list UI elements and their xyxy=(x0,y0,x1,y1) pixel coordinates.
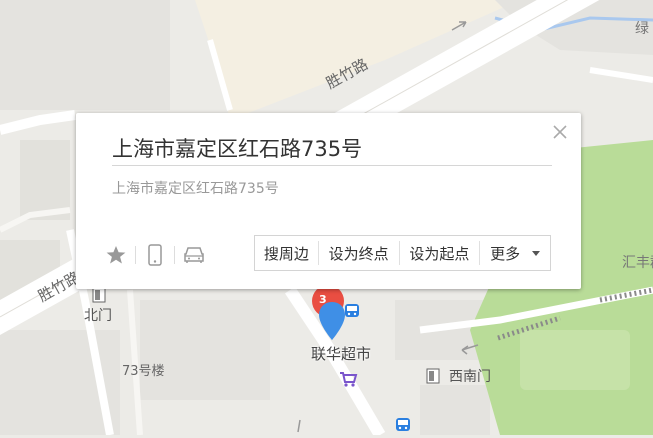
map-label-building-73: 73号楼 xyxy=(122,364,165,379)
more-button[interactable]: 更多 xyxy=(480,236,550,270)
door-icon-north xyxy=(92,287,106,307)
door-icon-southwest xyxy=(426,368,440,388)
search-nearby-button[interactable]: 搜周边 xyxy=(255,236,318,270)
phone-icon[interactable] xyxy=(142,242,168,268)
map-label-green: 绿 xyxy=(635,21,649,37)
chevron-down-icon xyxy=(532,250,541,256)
popup-actions: 搜周边 设为终点 设为起点 更多 xyxy=(254,235,551,271)
map-label-southwest-gate: 西南门 xyxy=(449,369,491,385)
set-destination-button[interactable]: 设为终点 xyxy=(319,236,399,270)
close-icon[interactable] xyxy=(551,123,569,141)
set-start-button[interactable]: 设为起点 xyxy=(400,236,480,270)
car-icon[interactable] xyxy=(181,242,207,268)
popup-icon-row xyxy=(103,240,207,270)
poi-name-lianhua[interactable]: 联华超市 xyxy=(311,343,371,364)
popup-divider xyxy=(112,165,552,166)
popup-title: 上海市嘉定区红石路735号 xyxy=(112,137,363,161)
map-label-north-gate: 北门 xyxy=(84,308,112,324)
more-label: 更多 xyxy=(490,244,521,263)
icon-divider xyxy=(174,246,175,264)
shopping-cart-icon[interactable] xyxy=(338,370,358,392)
info-popup: 上海市嘉定区红石路735号 上海市嘉定区红石路735号 搜周边 设为终点 设为起… xyxy=(76,113,581,289)
map-label-huifeng: 汇丰郡 xyxy=(622,255,653,271)
location-marker-icon[interactable] xyxy=(317,300,347,348)
star-icon[interactable] xyxy=(103,242,129,268)
popup-address: 上海市嘉定区红石路735号 xyxy=(112,181,279,197)
icon-divider xyxy=(135,246,136,264)
